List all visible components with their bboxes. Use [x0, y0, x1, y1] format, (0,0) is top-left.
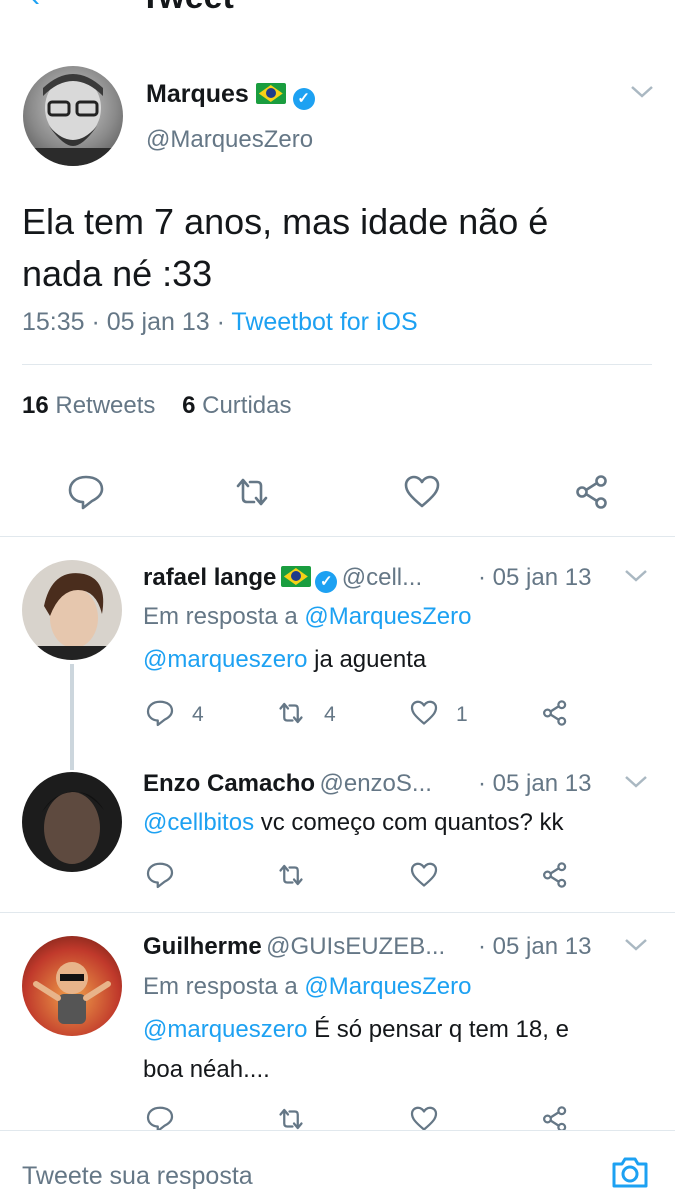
mention-link[interactable]: @MarquesZero: [304, 973, 471, 1000]
brazil-flag-icon: [280, 566, 311, 587]
camera-button[interactable]: [610, 1154, 650, 1195]
reply-count: 4: [192, 703, 204, 726]
reply-text-body: ja aguenta: [314, 646, 427, 673]
reply-context: Em resposta a @MarquesZero: [143, 967, 472, 1007]
chevron-down-icon[interactable]: [624, 937, 648, 958]
retweet-count: 4: [324, 703, 336, 726]
share-icon: [576, 475, 607, 509]
author-name[interactable]: Marques ✓: [146, 80, 315, 110]
reply-date: · 05 jan 13: [478, 564, 592, 591]
share-icon: [543, 700, 567, 726]
reply-text-body: É só pensar q tem 18, e: [314, 1016, 569, 1043]
tweet-text: Ela tem 7 anos, mas idade não é nada né …: [22, 196, 652, 300]
reply-author-name[interactable]: Enzo Camacho: [143, 770, 315, 797]
retweets-label: Retweets: [55, 392, 156, 419]
reply-icon: [68, 475, 104, 510]
brazil-flag-icon: [255, 83, 286, 104]
reply-author-handle[interactable]: @enzoS...: [319, 770, 431, 797]
likes-label: Curtidas: [202, 392, 292, 419]
retweet-icon: [236, 478, 268, 506]
avatar[interactable]: [22, 936, 122, 1036]
reply-button[interactable]: [145, 860, 175, 895]
chevron-down-icon[interactable]: [624, 568, 648, 589]
chevron-down-icon[interactable]: [630, 80, 654, 106]
avatar[interactable]: [23, 66, 123, 166]
mention-link[interactable]: @cellbitos: [143, 809, 254, 836]
like-button[interactable]: [408, 860, 440, 895]
retweet-button[interactable]: [275, 698, 307, 733]
reply-text-body: vc começo com quantos? kk: [260, 809, 564, 836]
tweet-client-link[interactable]: Tweetbot for iOS: [231, 308, 417, 336]
tweet-stats: 16 Retweets 6 Curtidas: [22, 392, 292, 420]
share-button[interactable]: [540, 698, 570, 733]
reply-date: · 05 jan 13: [478, 770, 592, 797]
reply-date: · 05 jan 13: [478, 933, 592, 960]
author-name-text: Marques: [146, 80, 249, 108]
reply-button[interactable]: [66, 472, 106, 517]
like-count: 1: [456, 703, 468, 726]
tweet-meta: 15:35 · 05 jan 13 · Tweetbot for iOS: [22, 308, 418, 336]
verified-badge-icon: ✓: [292, 88, 315, 110]
reply-icon: [146, 862, 174, 889]
chevron-down-icon[interactable]: [624, 774, 648, 795]
reply-text: @marqueszero É só pensar q tem 18, e boa…: [143, 1010, 653, 1090]
heart-icon: [410, 862, 438, 887]
divider: [22, 364, 652, 365]
retweet-button[interactable]: [275, 860, 307, 895]
divider: [0, 536, 675, 537]
share-button[interactable]: [540, 860, 570, 895]
reply-author-name[interactable]: rafael lange: [143, 564, 276, 591]
back-arrow-icon[interactable]: ‹: [30, 0, 40, 14]
reply-context-prefix: Em resposta a: [143, 973, 298, 1000]
reply-context: Em resposta a @MarquesZero: [143, 597, 472, 637]
retweet-icon: [279, 702, 303, 724]
author-handle[interactable]: @MarquesZero: [146, 126, 313, 154]
heart-icon: [404, 475, 440, 508]
reply-context-prefix: Em resposta a: [143, 603, 298, 630]
tweet-time: 15:35: [22, 308, 85, 336]
reply-author-name[interactable]: Guilherme: [143, 933, 262, 960]
reply-author-handle[interactable]: @GUIsEUZEB...: [266, 933, 445, 960]
retweets-stat[interactable]: 16 Retweets: [22, 392, 155, 419]
thread-line: [70, 724, 74, 770]
reply-author-handle[interactable]: @cell...: [342, 564, 422, 591]
avatar[interactable]: [22, 560, 122, 660]
reply-text-line: @marqueszero É só pensar q tem 18, e: [143, 1010, 653, 1050]
likes-count: 6: [182, 392, 196, 419]
reply-text: @marqueszero ja aguenta: [143, 640, 426, 680]
retweets-count: 16: [22, 392, 49, 419]
reply-header: Guilherme @GUIsEUZEB...: [143, 933, 483, 961]
verified-badge-icon: ✓: [315, 571, 338, 593]
page-title: Tweet: [140, 0, 234, 17]
share-icon: [543, 862, 567, 888]
reply-compose-input[interactable]: Tweete sua resposta: [22, 1162, 253, 1191]
tweet-text-line: nada né :33: [22, 253, 213, 294]
like-button[interactable]: [408, 698, 440, 733]
heart-icon: [410, 700, 438, 725]
mention-link[interactable]: @marqueszero: [143, 1016, 307, 1043]
reply-text-line: boa néah....: [143, 1056, 270, 1083]
thread-line: [70, 664, 74, 724]
reply-button[interactable]: [145, 698, 175, 733]
share-button[interactable]: [572, 472, 612, 517]
retweet-icon: [279, 864, 303, 886]
avatar[interactable]: [22, 772, 122, 872]
reply-text: @cellbitos vc começo com quantos? kk: [143, 803, 564, 843]
divider: [0, 912, 675, 913]
mention-link[interactable]: @MarquesZero: [304, 603, 471, 630]
camera-icon: [612, 1157, 648, 1188]
reply-icon: [146, 700, 174, 727]
retweet-button[interactable]: [232, 472, 272, 517]
likes-stat[interactable]: 6 Curtidas: [182, 392, 291, 419]
tweet-date: 05 jan 13: [106, 308, 210, 336]
like-button[interactable]: [402, 472, 442, 517]
mention-link[interactable]: @marqueszero: [143, 646, 307, 673]
reply-header: Enzo Camacho @enzoS...: [143, 770, 483, 798]
tweet-text-line: Ela tem 7 anos, mas idade não é: [22, 201, 549, 242]
